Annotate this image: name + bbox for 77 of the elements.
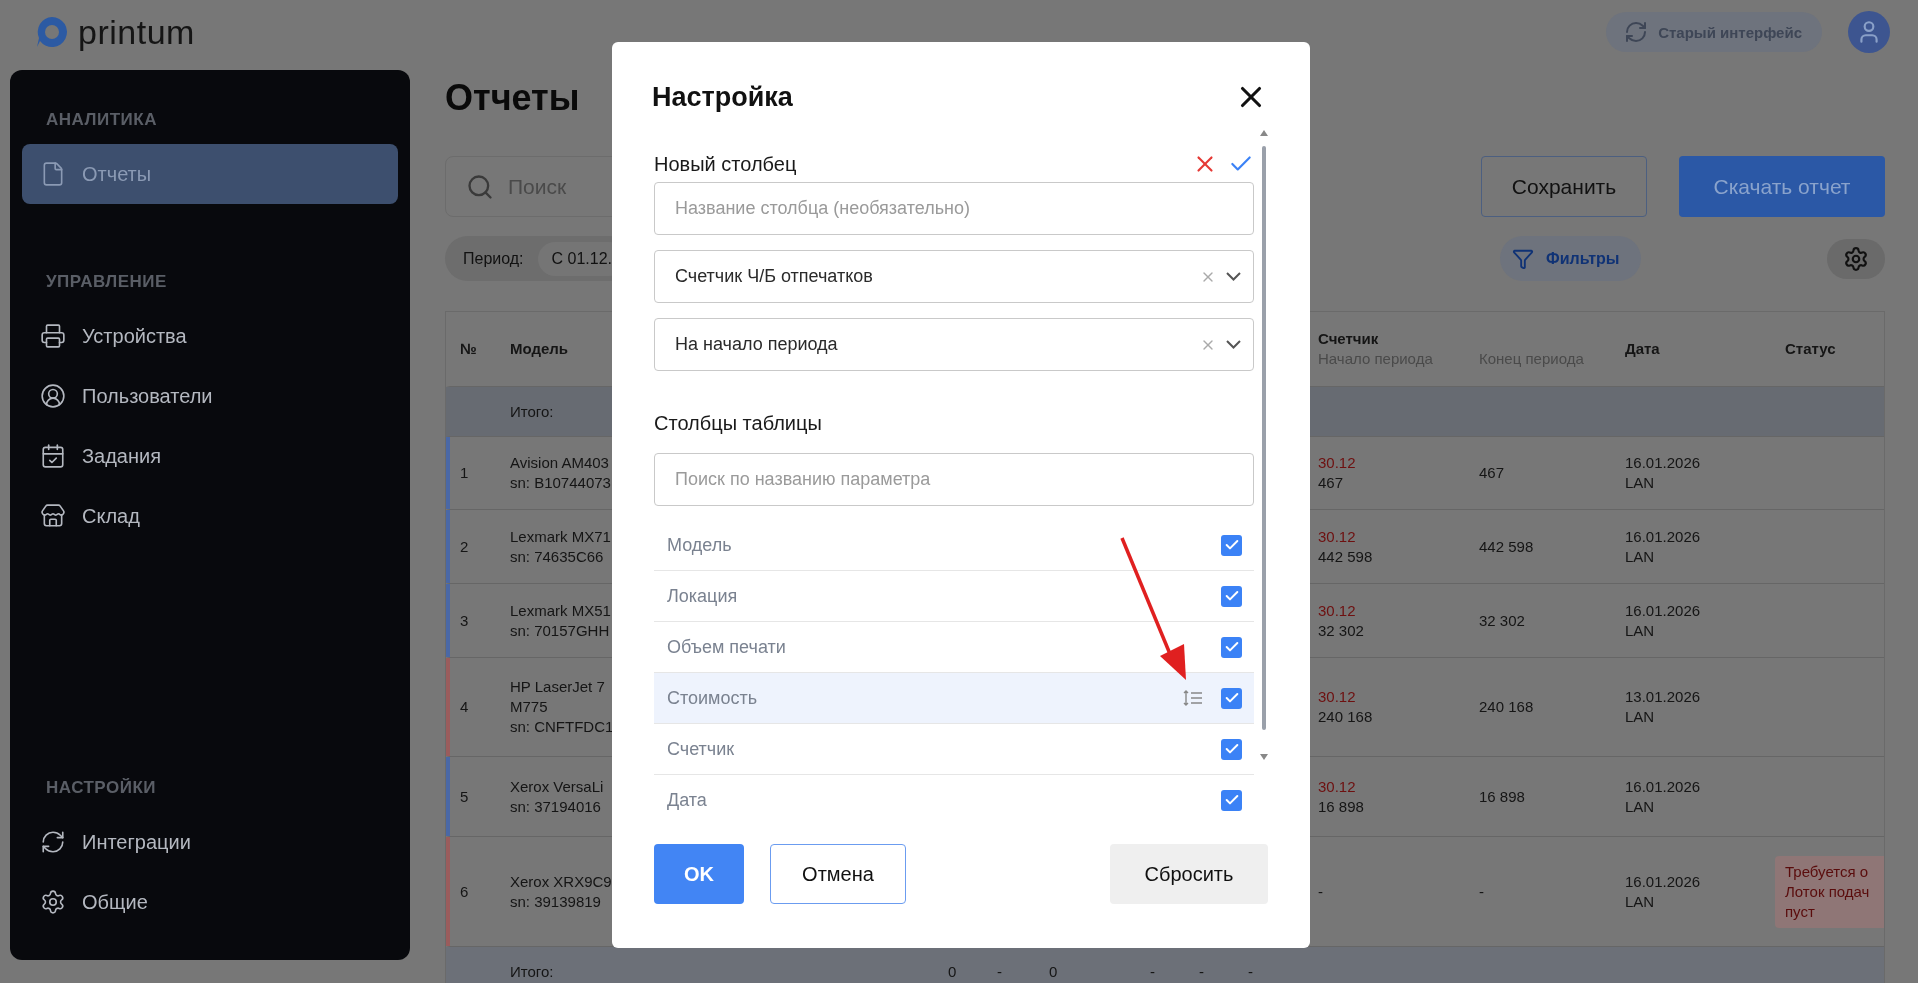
row-number: 5: [459, 786, 470, 807]
row-number: 3: [459, 610, 470, 631]
total-value: -: [996, 961, 1003, 982]
column-header: Модель: [509, 339, 570, 359]
model-text: Xerox VersaLi: [510, 776, 605, 797]
column-header: Счетчик: [1318, 329, 1380, 349]
counter-end: 467: [1478, 463, 1506, 483]
total-value: -: [1198, 961, 1205, 982]
logo-text: printum: [78, 12, 195, 52]
section-heading: УПРАВЛЕНИЕ: [45, 271, 168, 293]
column-option-label: Объем печати: [667, 636, 787, 658]
counter-end: 442 598: [1478, 536, 1535, 557]
date-text: 16.01.2026: [1625, 776, 1702, 797]
connection-text: LAN: [1625, 620, 1656, 641]
connection-text: LAN: [1625, 891, 1656, 912]
row-number: 1: [459, 463, 470, 483]
counter-end: -: [1478, 881, 1485, 902]
total-value: 0: [1048, 961, 1059, 982]
section-title: Новый столбец: [654, 152, 798, 176]
counter-date: 30.12: [1318, 776, 1357, 797]
counter-start: 240 168: [1318, 707, 1374, 727]
column-option-label: Стоимость: [667, 687, 759, 709]
total-value: -: [1247, 961, 1254, 982]
model-text: HP LaserJet 7: [510, 677, 606, 697]
counter-end: 16 898: [1478, 786, 1526, 807]
model-text: Lexmark MX71: [510, 526, 612, 547]
connection-text: LAN: [1625, 796, 1656, 817]
model-text: sn: CNFTFDC1: [510, 717, 615, 737]
connection-text: LAN: [1625, 546, 1656, 567]
date-text: 13.01.2026: [1625, 687, 1702, 707]
model-text: Avision AM403: [510, 453, 610, 473]
row-number: 6: [459, 881, 470, 902]
dialog-title: Настройка: [652, 81, 794, 113]
page-title: Отчеты: [445, 76, 580, 120]
counter-date: 30.12: [1318, 600, 1357, 621]
counter-start: 32 302: [1318, 620, 1365, 641]
column-option-label: Счетчик: [667, 738, 736, 760]
total-value: 0: [947, 961, 958, 982]
column-option-label: Модель: [667, 534, 733, 556]
total-label: Итого:: [509, 401, 555, 422]
model-text: sn: 39139819: [510, 891, 602, 912]
period-label: Период:: [463, 249, 524, 268]
date-text: 16.01.2026: [1625, 600, 1702, 621]
counter-date: 30.12: [1318, 526, 1357, 547]
connection-text: LAN: [1625, 707, 1656, 727]
column-header: Дата: [1624, 339, 1661, 359]
model-text: sn: 74635C66: [510, 546, 605, 567]
counter-end: 32 302: [1478, 610, 1526, 631]
model-text: sn: 70157GHH: [510, 620, 611, 641]
model-text: Lexmark MX51: [510, 600, 612, 621]
model-text: sn: 37194016: [510, 796, 602, 817]
counter-start: -: [1318, 881, 1324, 902]
row-number: 2: [459, 536, 470, 557]
section-heading: НАСТРОЙКИ: [45, 777, 158, 799]
date-text: 16.01.2026: [1625, 453, 1702, 473]
column-header: №: [459, 339, 478, 359]
date-text: 16.01.2026: [1625, 871, 1702, 892]
model-text: Xerox XRX9C9: [510, 871, 613, 892]
total-value: -: [1149, 961, 1156, 982]
column-option-label: Дата: [667, 789, 708, 811]
model-text: sn: B10744073: [510, 473, 612, 493]
counter-start: 467: [1318, 473, 1345, 493]
counter-start: 16 898: [1318, 796, 1365, 817]
counter-start: 442 598: [1318, 546, 1374, 567]
section-heading: АНАЛИТИКА: [45, 109, 158, 131]
section-title: Столбцы таблицы: [654, 411, 823, 435]
counter-date: 30.12: [1318, 687, 1357, 707]
date-text: 16.01.2026: [1625, 526, 1702, 547]
connection-text: LAN: [1625, 473, 1656, 493]
counter-date: 30.12: [1318, 453, 1357, 473]
status-badge: Требуется о Лоток подач пуст: [1775, 855, 1884, 928]
model-text: M775: [510, 697, 549, 717]
column-option-label: Локация: [667, 585, 739, 607]
total-label: Итого:: [509, 961, 555, 982]
column-header: Статус: [1784, 339, 1837, 359]
counter-end: 240 168: [1478, 697, 1535, 717]
row-number: 4: [459, 697, 470, 717]
